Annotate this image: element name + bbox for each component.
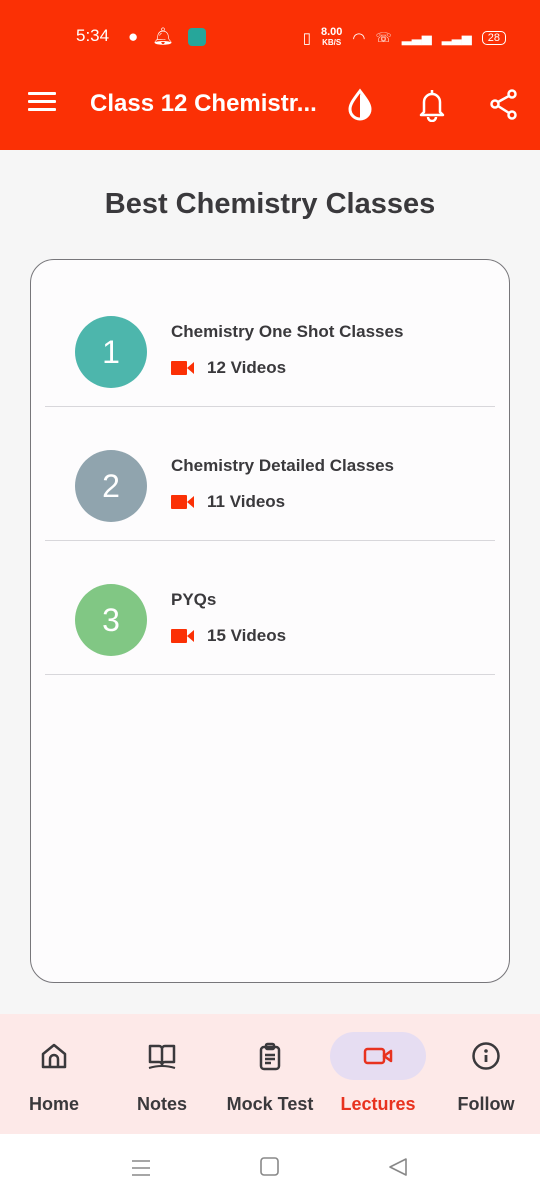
video-camera-icon (171, 629, 194, 643)
video-count-text: 11 Videos (207, 492, 286, 511)
video-icon (363, 1047, 393, 1065)
tab-home[interactable]: Home (0, 1014, 108, 1134)
vibrate-icon: ▯ (302, 29, 311, 47)
speed-value: 8.00 (320, 26, 343, 38)
battery-icon: 28 (481, 30, 506, 45)
bottom-nav: Home Notes Mock Test Lectures Follow (0, 1014, 540, 1134)
status-time: 5:34 (76, 26, 110, 45)
tab-label: Notes (136, 1094, 187, 1114)
video-count-text: 12 Videos (207, 358, 287, 377)
back-button[interactable] (387, 1156, 409, 1178)
classes-card: 1 Chemistry One Shot Classes 12 Videos 2… (30, 259, 510, 983)
signal-icon-2: ▂▃▅ (441, 29, 472, 45)
speed-unit: KB/S (322, 38, 342, 47)
volte-icon: ☏ (375, 29, 392, 45)
tab-label: Mock Test (226, 1094, 314, 1114)
theme-drop-icon[interactable] (344, 86, 376, 122)
class-item[interactable]: 2 Chemistry Detailed Classes 11 Videos (45, 407, 495, 541)
home-icon (41, 1043, 67, 1069)
video-count-text: 15 Videos (207, 626, 287, 645)
page-heading: Best Chemistry Classes (104, 188, 436, 220)
class-title: PYQs (171, 590, 217, 609)
status-bar: 5:34 ● 🔔︎ ▯ 8.00 KB/S ◠ ☏ ▂▃▅ ▂▃▅ 28 (0, 0, 540, 62)
app-bar: Class 12 Chemistr... (0, 62, 540, 150)
info-icon (472, 1042, 500, 1070)
network-speed: 8.00 KB/S (321, 27, 342, 48)
clipboard-icon (259, 1042, 281, 1071)
system-nav-bar (0, 1134, 540, 1200)
tab-label: Home (28, 1094, 79, 1114)
app-notification-icon (187, 28, 206, 46)
class-number-badge: 2 (75, 450, 147, 522)
class-item[interactable]: 3 PYQs 15 Videos (45, 541, 495, 675)
active-tab-indicator (330, 1032, 426, 1080)
location-icon: ● (128, 27, 139, 46)
class-title: Chemistry Detailed Classes (171, 456, 394, 475)
tab-notes[interactable]: Notes (108, 1014, 216, 1134)
class-number-badge: 3 (75, 584, 147, 656)
class-item[interactable]: 1 Chemistry One Shot Classes 12 Videos (45, 273, 495, 407)
tab-lectures[interactable]: Lectures (324, 1014, 432, 1134)
class-title: Chemistry One Shot Classes (171, 322, 404, 341)
notification-icon: 🔔︎ (152, 27, 174, 46)
recents-button[interactable] (130, 1158, 152, 1178)
app-title: Class 12 Chemistr... (90, 90, 317, 117)
class-video-count: 11 Videos (171, 492, 285, 512)
home-button[interactable] (259, 1156, 281, 1178)
menu-icon[interactable] (28, 92, 56, 112)
video-camera-icon (171, 361, 194, 375)
book-icon (148, 1044, 176, 1069)
tab-label: Follow (457, 1094, 515, 1114)
wifi-icon: ◠ (352, 29, 366, 47)
tab-follow[interactable]: Follow (432, 1014, 540, 1134)
class-number-badge: 1 (75, 316, 147, 388)
bell-icon[interactable] (416, 86, 448, 122)
class-video-count: 15 Videos (171, 626, 286, 646)
tab-label: Lectures (340, 1094, 416, 1114)
video-camera-icon (171, 495, 194, 509)
share-icon[interactable] (488, 86, 520, 122)
class-video-count: 12 Videos (171, 358, 286, 378)
signal-icon: ▂▃▅ (401, 29, 432, 45)
tab-mock-test[interactable]: Mock Test (216, 1014, 324, 1134)
